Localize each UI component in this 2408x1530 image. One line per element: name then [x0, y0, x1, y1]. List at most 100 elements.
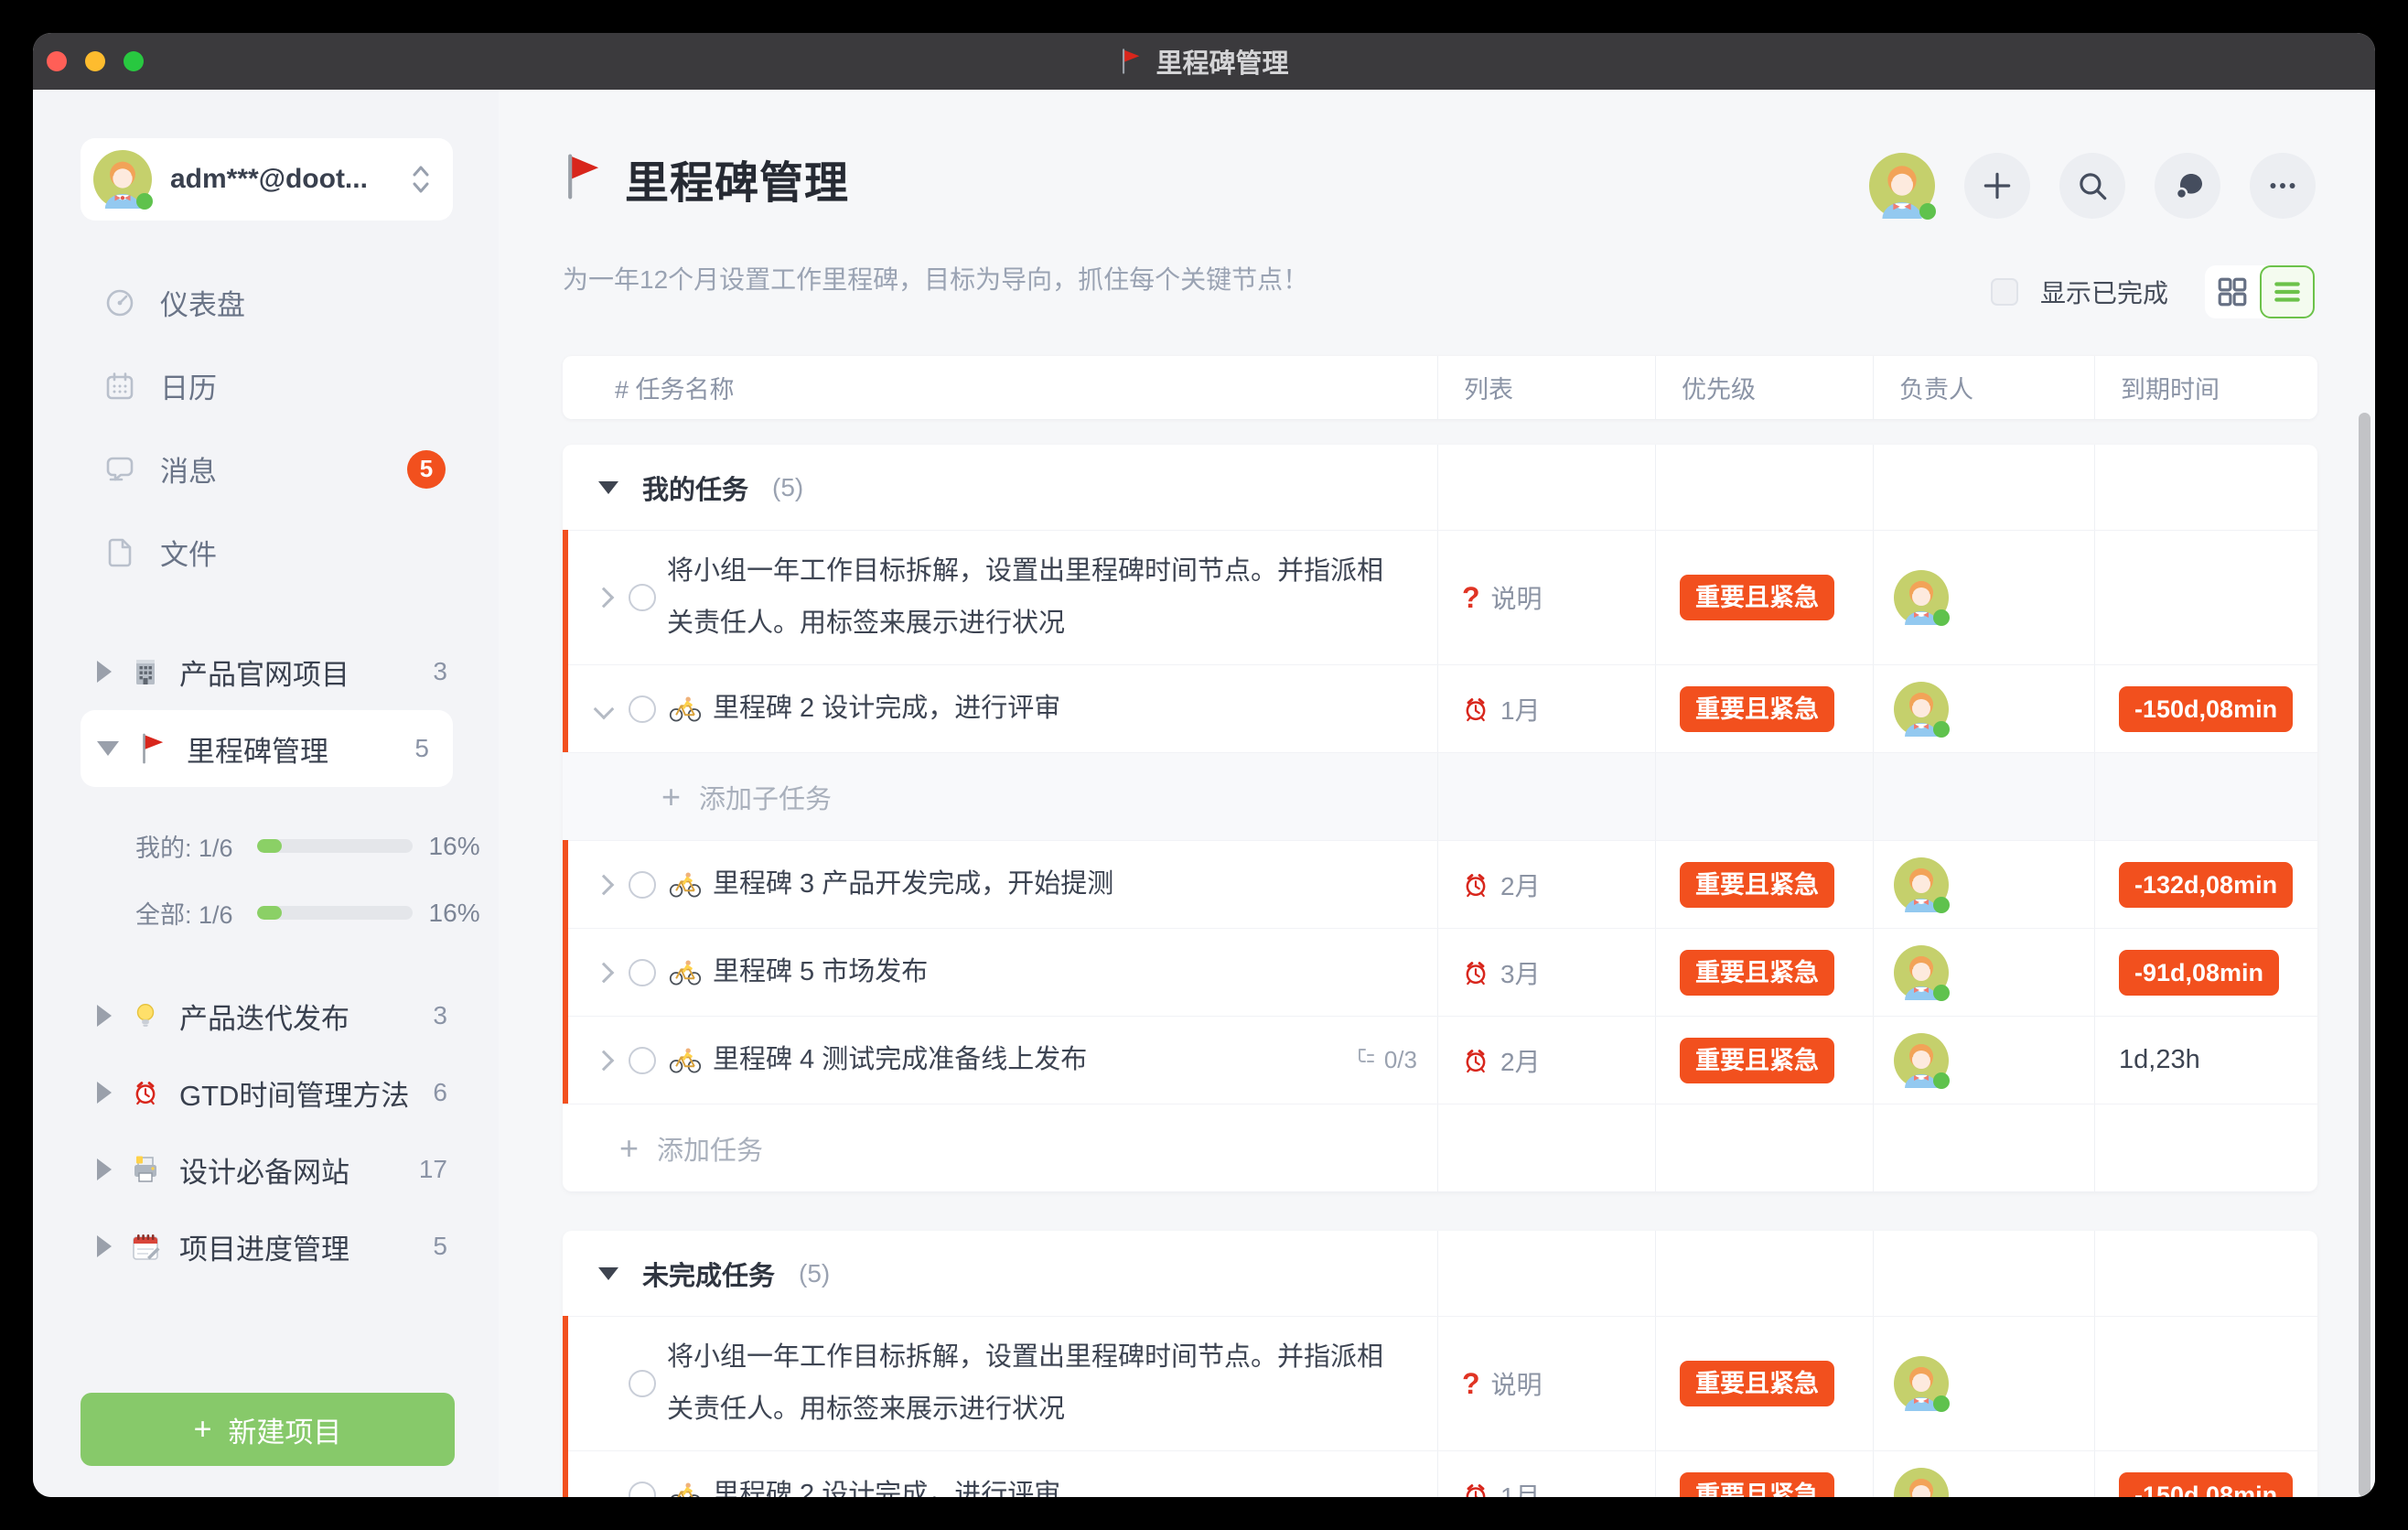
table-row[interactable]: 将小组一年工作目标拆解，设置出里程碑时间节点。并指派相 关责任人。用标签来展示进… — [563, 1316, 2317, 1450]
add-button[interactable] — [1964, 153, 2030, 219]
list-view-button[interactable] — [2260, 265, 2315, 318]
collapse-triangle-icon[interactable] — [598, 481, 618, 494]
avatar — [1894, 570, 1949, 625]
project-list: 产品官网项目3里程碑管理5我的: 1/616%全部: 1/616%产品迭代发布3… — [33, 633, 499, 1285]
project-task-count: 6 — [433, 1078, 447, 1107]
expand-chevron[interactable] — [590, 590, 618, 605]
search-button[interactable] — [2059, 153, 2125, 219]
traffic-lights — [47, 33, 144, 90]
board-view-button[interactable] — [2205, 265, 2260, 318]
project-label: 设计必备网站 — [179, 1149, 349, 1191]
task-checkbox[interactable] — [629, 695, 656, 723]
user-account-selector[interactable]: adm***@doot... — [81, 138, 453, 221]
sidebar-item-label: 消息 — [160, 448, 217, 490]
show-completed-label: 显示已完成 — [2040, 274, 2168, 310]
cyclist-icon — [669, 695, 702, 723]
chevron-right-icon[interactable] — [97, 1158, 112, 1180]
sidebar-project-gtd[interactable]: GTD时间管理方法6 — [33, 1054, 499, 1131]
sidebar-item-label: 文件 — [160, 532, 217, 573]
progress-label: 全部: 1/6 — [135, 895, 233, 931]
question-icon: ? — [1462, 1367, 1480, 1401]
task-checkbox[interactable] — [629, 584, 656, 611]
priority-badge: 重要且紧急 — [1680, 950, 1834, 996]
task-checkbox[interactable] — [629, 1482, 656, 1498]
chevron-down-icon[interactable] — [97, 741, 119, 756]
plus-icon: + — [194, 1412, 212, 1448]
window-title-text: 里程碑管理 — [1156, 42, 1288, 81]
chevron-right-icon — [594, 874, 615, 895]
task-checkbox[interactable] — [629, 1047, 656, 1074]
table-row[interactable]: 里程碑 3 产品开发完成，开始提测2月重要且紧急-132d,08min — [563, 840, 2317, 928]
new-project-button[interactable]: + 新建项目 — [81, 1393, 455, 1466]
expand-chevron[interactable] — [590, 702, 618, 717]
task-title: 里程碑 2 设计完成，进行评审 — [713, 683, 1060, 735]
sidebar-project-milestone[interactable]: 里程碑管理5 — [81, 710, 453, 787]
more-options-button[interactable] — [2250, 153, 2316, 219]
group-header-row[interactable]: 我的任务(5) — [563, 445, 2317, 530]
red-flag-icon — [135, 731, 170, 766]
list-label: 说明 — [1491, 579, 1543, 616]
chevron-right-icon — [594, 587, 615, 609]
table-row[interactable]: 里程碑 5 市场发布3月重要且紧急-91d,08min — [563, 928, 2317, 1016]
sidebar-project-design-sites[interactable]: 设计必备网站17 — [33, 1131, 499, 1208]
task-checkbox[interactable] — [629, 959, 656, 986]
sidebar-item-calendar[interactable]: 日历 — [33, 344, 499, 427]
sidebar-project-iteration[interactable]: 产品迭代发布3 — [33, 977, 499, 1054]
alarm-clock-icon — [1462, 1482, 1489, 1498]
chevron-right-icon[interactable] — [97, 661, 112, 683]
chat-button[interactable] — [2155, 153, 2220, 219]
sidebar-item-dashboard[interactable]: 仪表盘 — [33, 261, 499, 344]
due-date-badge: -132d,08min — [2119, 862, 2293, 908]
online-status-dot — [1919, 203, 1936, 220]
task-checkbox[interactable] — [629, 871, 656, 899]
table-row[interactable]: 将小组一年工作目标拆解，设置出里程碑时间节点。并指派相 关责任人。用标签来展示进… — [563, 530, 2317, 664]
group-header-row[interactable]: 未完成任务 (5) — [563, 1231, 2317, 1316]
table-row[interactable]: 里程碑 2 设计完成，进行评审1月重要且紧急-150d,08min — [563, 1450, 2317, 1497]
group-name: 未完成任务 — [642, 1255, 775, 1293]
vertical-scrollbar[interactable] — [2359, 413, 2370, 1497]
project-task-count: 3 — [433, 1001, 447, 1030]
view-toggle — [2205, 265, 2315, 318]
list-label: 2月 — [1500, 867, 1541, 903]
project-label: 产品官网项目 — [179, 652, 349, 693]
app-window: 里程碑管理 ad — [33, 33, 2375, 1497]
show-completed-checkbox[interactable] — [1991, 278, 2018, 306]
chevron-right-icon[interactable] — [97, 1005, 112, 1027]
chevron-right-icon[interactable] — [97, 1235, 112, 1257]
building-icon — [128, 654, 163, 689]
expand-chevron[interactable] — [590, 1053, 618, 1068]
sidebar-item-files[interactable]: 文件 — [33, 511, 499, 594]
table-row[interactable]: 里程碑 4 测试完成准备线上发布0/32月重要且紧急1d,23h — [563, 1016, 2317, 1104]
subtask-count: 0/3 — [1384, 1046, 1417, 1074]
zoom-window-button[interactable] — [124, 51, 144, 71]
red-flag-icon — [563, 152, 603, 206]
sidebar-project-product-site[interactable]: 产品官网项目 3 — [33, 633, 499, 710]
expand-chevron[interactable] — [590, 965, 618, 980]
close-window-button[interactable] — [47, 51, 67, 71]
group-count: (5) — [799, 1259, 830, 1288]
minimize-window-button[interactable] — [85, 51, 105, 71]
due-date-text: 1d,23h — [2119, 1045, 2200, 1075]
online-status-dot — [136, 193, 153, 210]
unread-count-badge: 5 — [407, 450, 446, 489]
question-icon: ? — [1462, 581, 1480, 615]
expand-chevron[interactable] — [590, 878, 618, 892]
calendar-pad-icon — [128, 1229, 163, 1264]
task-title: 将小组一年工作目标拆解，设置出里程碑时间节点。并指派相 关责任人。用标签来展示进… — [667, 545, 1383, 650]
list-label: 1月 — [1500, 1477, 1541, 1498]
add-subtask-row[interactable]: +添加子任务 — [563, 752, 2317, 840]
add-task-row[interactable]: +添加任务 — [563, 1104, 2317, 1191]
task-checkbox[interactable] — [629, 1370, 656, 1397]
page-title-text: 里程碑管理 — [625, 146, 849, 210]
project-task-count: 5 — [414, 734, 429, 763]
sidebar-item-messages[interactable]: 消息 5 — [33, 427, 499, 511]
avatar[interactable] — [1869, 153, 1935, 219]
table-row[interactable]: 里程碑 2 设计完成，进行评审1月重要且紧急-150d,08min — [563, 664, 2317, 752]
sidebar-project-progress-mgmt[interactable]: 项目进度管理5 — [33, 1208, 499, 1285]
project-task-count: 3 — [433, 657, 447, 686]
online-status-dot — [1933, 985, 1950, 1001]
red-flag-icon — [1119, 47, 1143, 76]
avatar — [1894, 1356, 1949, 1411]
collapse-triangle-icon[interactable] — [598, 1267, 618, 1280]
chevron-right-icon[interactable] — [97, 1082, 112, 1104]
